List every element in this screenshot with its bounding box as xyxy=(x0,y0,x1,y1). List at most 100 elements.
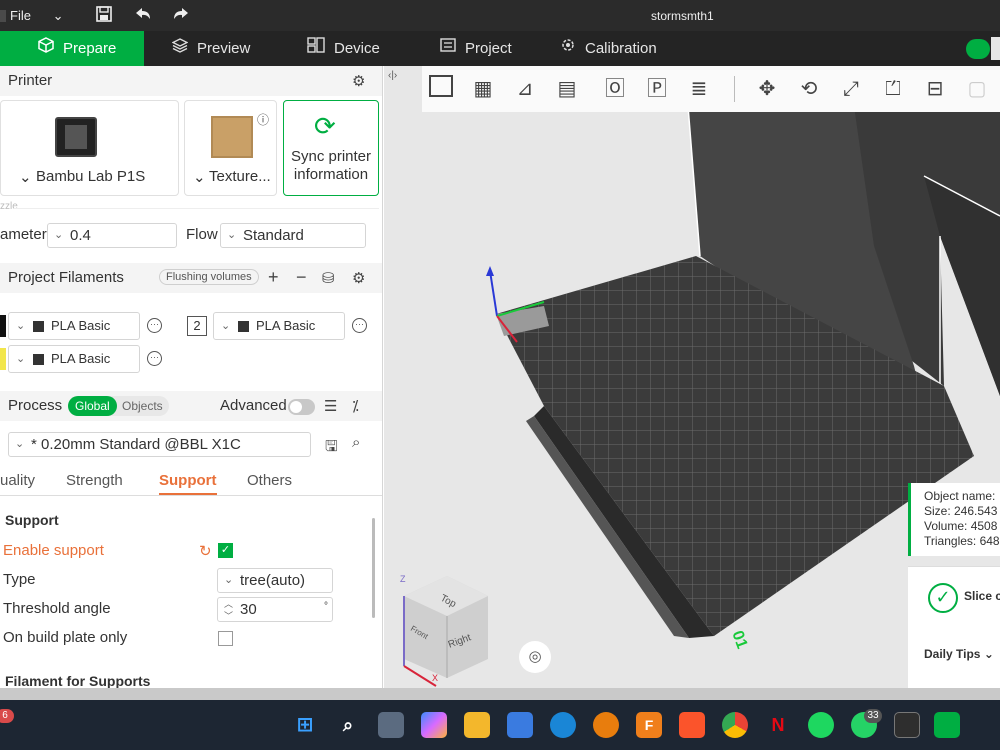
filament-slot-2[interactable]: ⌄ PLA Basic xyxy=(213,312,345,340)
redo-icon[interactable] xyxy=(172,6,190,27)
plate-list-icon[interactable]: 🄿 xyxy=(642,75,672,103)
process-scope-toggle[interactable]: Global Objects xyxy=(68,396,169,416)
support-group-title: Support xyxy=(5,512,59,528)
copilot-icon[interactable] xyxy=(421,712,447,738)
search-icon[interactable]: ⌕ xyxy=(335,712,361,738)
chrome-icon[interactable] xyxy=(722,712,748,738)
tab-project[interactable]: Project xyxy=(440,31,512,66)
tab-others[interactable]: Others xyxy=(247,472,292,489)
project-icon xyxy=(440,31,456,66)
build-plate-only-label: On build plate only xyxy=(3,629,128,646)
tab-calibration[interactable]: Calibration xyxy=(560,31,657,66)
sync-ams-icon[interactable]: ⛁ xyxy=(322,269,335,287)
more-icon[interactable]: ··· xyxy=(352,318,367,333)
divider xyxy=(14,208,379,209)
title-bar: File ⌄ stormsmth1 xyxy=(0,0,1000,31)
collapse-sidebar-icon[interactable]: ‹|› xyxy=(388,70,397,81)
filament-color-swatch[interactable] xyxy=(0,315,6,337)
support-paint-icon[interactable]: ▢ xyxy=(962,75,992,103)
more-icon[interactable]: ··· xyxy=(147,318,162,333)
fusion-icon[interactable]: F xyxy=(636,712,662,738)
lay-on-face-icon[interactable]: ⏍ xyxy=(878,75,908,103)
printer-card[interactable]: ⌄ Bambu Lab P1S xyxy=(0,100,179,196)
chevron-down-icon: ⌄ xyxy=(193,169,206,186)
layers-icon[interactable]: ≣ xyxy=(684,75,714,103)
reset-icon[interactable]: ↻ xyxy=(199,542,212,560)
3d-viewport[interactable]: Top Right Front Z X 01 ‹|› ▦ ⊿ ▤ 🄾 🄿 ≣ ✥… xyxy=(384,66,1000,688)
threshold-angle-label: Threshold angle xyxy=(3,600,111,617)
process-preset-select[interactable]: ⌄ * 0.20mm Standard @BBL X1C xyxy=(8,432,311,457)
undo-icon[interactable] xyxy=(134,6,152,27)
add-object-icon[interactable] xyxy=(426,75,456,103)
more-icon[interactable]: ··· xyxy=(147,351,162,366)
filament-slot-1[interactable]: ⌄ PLA Basic xyxy=(8,312,140,340)
tab-support[interactable]: Support xyxy=(159,472,217,495)
daily-tips-toggle[interactable]: Daily Tips ⌄ xyxy=(924,647,994,661)
edge-icon[interactable] xyxy=(550,712,576,738)
scale-icon[interactable]: ⤢ xyxy=(836,75,866,103)
file-explorer-icon[interactable] xyxy=(464,712,490,738)
spotify-icon[interactable] xyxy=(808,712,834,738)
build-plate-only-checkbox[interactable] xyxy=(218,631,233,646)
scrollbar[interactable] xyxy=(372,518,375,618)
remove-icon[interactable]: − xyxy=(296,267,307,288)
objects-option[interactable]: Objects xyxy=(122,396,163,416)
move-icon[interactable]: ✥ xyxy=(752,75,782,103)
windows-start-icon[interactable]: ⊞ xyxy=(292,712,318,738)
enable-support-checkbox[interactable]: ✓ xyxy=(218,543,233,558)
bambu-studio-icon[interactable] xyxy=(934,712,960,738)
left-sidebar: Printer ⚙ ⌄ Bambu Lab P1S ⓘ ⌄ Texture...… xyxy=(0,66,383,688)
camera-view-icon[interactable]: ◎ xyxy=(519,641,551,673)
store-icon[interactable] xyxy=(507,712,533,738)
brave-icon[interactable] xyxy=(679,712,705,738)
tab-prepare[interactable]: Prepare xyxy=(0,31,144,66)
info-icon[interactable]: ⓘ xyxy=(257,111,269,128)
tab-quality[interactable]: uality xyxy=(0,472,35,489)
cut-icon[interactable]: ⊟ xyxy=(920,75,950,103)
compare-icon[interactable]: ⁒ xyxy=(352,397,359,415)
sync-icon: ⟳ xyxy=(314,111,336,141)
filament-slot-number[interactable]: 2 xyxy=(187,316,207,336)
layers-icon xyxy=(171,31,189,66)
list-icon[interactable]: ☰ xyxy=(324,397,337,415)
save-icon[interactable] xyxy=(96,6,112,27)
object-list-icon[interactable]: 🄾 xyxy=(600,75,630,103)
sync-status-icon[interactable] xyxy=(966,39,990,59)
stepper-arrows-icon[interactable]: ︿ ﹀ xyxy=(224,598,233,622)
blender-icon[interactable] xyxy=(593,712,619,738)
netflix-icon[interactable]: N xyxy=(765,712,791,738)
terminal-icon[interactable] xyxy=(894,712,920,738)
task-view-icon[interactable] xyxy=(378,712,404,738)
plate-card[interactable]: ⓘ ⌄ Texture... xyxy=(184,100,277,196)
threshold-angle-stepper[interactable]: ︿ ﹀ 30 ° xyxy=(217,597,333,622)
nozzle-diameter-select[interactable]: ⌄ 0.4 xyxy=(47,223,177,248)
notification-badge[interactable]: 6 xyxy=(0,709,14,723)
search-icon[interactable]: ⌕ xyxy=(352,434,360,451)
add-icon[interactable]: + xyxy=(268,267,279,288)
support-type-select[interactable]: ⌄ tree(auto) xyxy=(217,568,333,593)
tab-preview[interactable]: Preview xyxy=(171,31,250,66)
filament-color-swatch[interactable] xyxy=(0,348,6,370)
chevron-down-icon: ⌄ xyxy=(227,229,237,241)
filament-slot-3[interactable]: ⌄ PLA Basic xyxy=(8,345,140,373)
advanced-toggle[interactable] xyxy=(288,399,315,415)
rotate-icon[interactable]: ⟲ xyxy=(794,75,824,103)
chevron-down-icon[interactable]: ⌄ xyxy=(53,8,64,23)
flushing-volumes-button[interactable]: Flushing volumes xyxy=(159,269,259,285)
add-plate-icon[interactable]: ▦ xyxy=(468,75,498,103)
tab-strength[interactable]: Strength xyxy=(66,472,123,489)
gear-icon[interactable]: ⚙ xyxy=(352,269,365,287)
arrange-icon[interactable]: ▤ xyxy=(552,75,582,103)
enable-support-label: Enable support xyxy=(3,542,104,559)
auto-orient-icon[interactable]: ⊿ xyxy=(510,75,540,103)
global-option[interactable]: Global xyxy=(68,396,117,416)
object-name-label: Object name: xyxy=(924,489,996,503)
file-menu[interactable]: File ⌄ xyxy=(0,8,63,24)
flow-select[interactable]: ⌄ Standard xyxy=(220,223,366,248)
tab-device[interactable]: Device xyxy=(307,31,380,66)
whatsapp-badge: 33 xyxy=(864,709,882,723)
gear-icon[interactable]: ⚙ xyxy=(352,72,365,90)
sync-printer-button[interactable]: ⟳ Sync printer information xyxy=(283,100,379,196)
save-preset-icon[interactable]: 🖫 xyxy=(325,436,338,461)
advanced-label: Advanced xyxy=(220,397,287,414)
